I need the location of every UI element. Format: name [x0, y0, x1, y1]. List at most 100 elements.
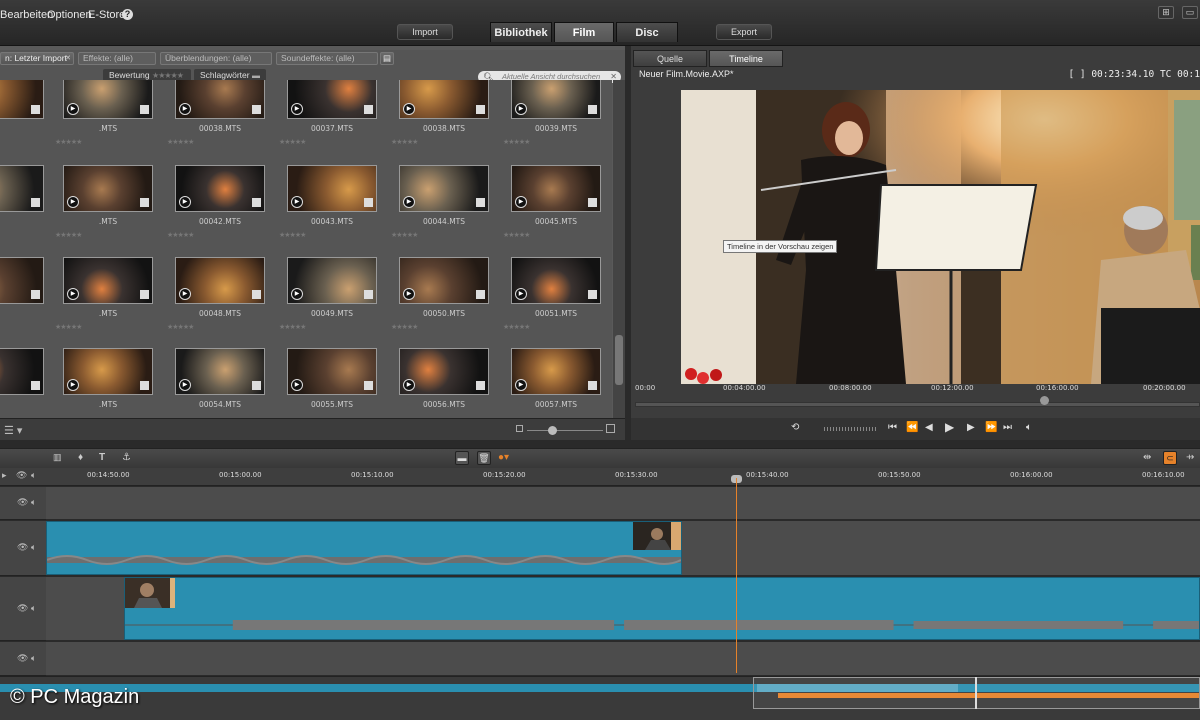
rating-stars[interactable]: ★★★★★ [503, 323, 530, 331]
play-icon[interactable]: ▶ [403, 103, 415, 115]
library-scrollbar[interactable] [613, 80, 625, 418]
zoom-slider-handle[interactable] [548, 426, 557, 435]
media-thumbnail[interactable]: ▶ [287, 165, 377, 212]
media-thumbnail[interactable]: ▶ [399, 80, 489, 119]
video-clip[interactable] [124, 577, 1200, 640]
play-icon[interactable]: ▶ [179, 288, 191, 300]
play-icon[interactable]: ▶ [515, 103, 527, 115]
thumbnail-zoom-slider[interactable] [527, 430, 603, 431]
tab-bibliothek[interactable]: Bibliothek [490, 22, 552, 42]
speaker-icon[interactable]: 🔈︎ [31, 470, 36, 481]
media-thumbnail[interactable]: ▶ [399, 257, 489, 304]
preview-scrubber[interactable]: 00:00 00:04:00.00 00:08:00.00 00:12:00.0… [631, 384, 1200, 417]
previous-frame-icon[interactable]: ⏪ [906, 422, 918, 433]
menu-edit[interactable]: Bearbeiten [0, 9, 53, 21]
playhead[interactable] [736, 478, 737, 673]
play-icon[interactable]: ▶ [67, 196, 79, 208]
play-icon[interactable]: ▶ [291, 288, 303, 300]
filter-last-import[interactable]: n: Letzter Import ✕ [0, 52, 74, 65]
tab-disc[interactable]: Disc [616, 22, 678, 42]
speaker-icon[interactable]: 🔈︎ [31, 603, 36, 614]
media-thumbnail[interactable]: ▶ [511, 348, 601, 395]
play-icon[interactable]: ▶ [515, 379, 527, 391]
loop-icon[interactable]: ⟲ [791, 422, 799, 433]
play-icon[interactable]: ▶ [291, 103, 303, 115]
media-thumbnail[interactable]: ▶ [0, 257, 44, 304]
rating-stars[interactable]: ★★★★★ [279, 138, 306, 146]
help-icon[interactable]: ? [122, 9, 133, 20]
filter-settings-icon[interactable]: ▤ [380, 52, 394, 65]
title-tool-icon[interactable]: T [99, 452, 105, 463]
play-icon[interactable]: ▶ [291, 379, 303, 391]
fit-timeline-icon[interactable]: ⇹ [1143, 452, 1151, 463]
media-thumbnail[interactable]: ▶ [399, 348, 489, 395]
play-icon[interactable]: ▶ [403, 379, 415, 391]
media-thumbnail[interactable]: ▶ [0, 80, 44, 119]
play-icon[interactable]: ▶ [179, 196, 191, 208]
magnet-icon[interactable]: ⊂ [1163, 451, 1177, 465]
tab-timeline-preview[interactable]: Timeline [709, 50, 783, 67]
audio-tool-icon[interactable]: ⚓︎ [122, 452, 131, 463]
play-icon[interactable]: ▶ [515, 196, 527, 208]
play-icon[interactable]: ▶ [179, 379, 191, 391]
eye-icon[interactable]: 👁︎ [17, 653, 28, 664]
marker-icon[interactable]: ♦ [78, 452, 83, 463]
marker-dropdown-icon[interactable]: ●▾ [498, 452, 509, 463]
rating-stars[interactable]: ★★★★★ [391, 231, 418, 239]
filter-sound-effects[interactable]: Soundeffekte: (alle) [276, 52, 378, 65]
speaker-icon[interactable]: 🔈︎ [31, 653, 36, 664]
play-icon[interactable]: ▶ [67, 379, 79, 391]
tab-film[interactable]: Film [554, 22, 614, 42]
eye-icon[interactable]: 👁︎ [17, 542, 28, 553]
scrollbar-thumb[interactable] [615, 335, 623, 385]
eye-icon[interactable]: 👁︎ [17, 603, 28, 614]
export-button[interactable]: Export [716, 24, 772, 40]
track-lane[interactable] [46, 487, 1200, 520]
rating-stars[interactable]: ★★★★★ [503, 231, 530, 239]
volume-icon[interactable]: 🔈︎ [1026, 422, 1032, 433]
media-thumbnail[interactable]: ▶ [287, 348, 377, 395]
play-icon[interactable]: ▶ [67, 103, 79, 115]
track-lane[interactable] [46, 642, 1200, 676]
menu-options[interactable]: Optionen [47, 9, 92, 21]
media-thumbnail[interactable]: ▶ [399, 165, 489, 212]
play-icon[interactable]: ▶ [403, 288, 415, 300]
storyboard-icon[interactable]: ▬ [455, 451, 469, 465]
media-thumbnail[interactable]: ▶ [511, 165, 601, 212]
media-thumbnail[interactable]: ▶ [0, 165, 44, 212]
media-thumbnail[interactable]: ▶ [175, 257, 265, 304]
rating-stars[interactable]: ★★★★★ [391, 323, 418, 331]
media-thumbnail[interactable]: ▶ [511, 80, 601, 119]
rating-stars[interactable]: ★★★★★ [55, 323, 82, 331]
go-to-end-icon[interactable]: ⏭ [1003, 422, 1012, 433]
window-icon[interactable]: ▭ [1182, 6, 1198, 19]
rating-stars[interactable]: ★★★★★ [279, 231, 306, 239]
play-icon[interactable]: ▶ [403, 196, 415, 208]
media-thumbnail[interactable]: ▶ [63, 257, 153, 304]
media-thumbnail[interactable]: ▶ [0, 348, 44, 395]
rating-stars[interactable]: ★★★★★ [167, 231, 194, 239]
rating-stars[interactable]: ★★★★★ [167, 323, 194, 331]
media-thumbnail[interactable]: ▶ [63, 348, 153, 395]
import-button[interactable]: Import [397, 24, 453, 40]
play-icon[interactable]: ▸ [2, 470, 7, 481]
rating-stars[interactable]: ★★★★★ [55, 138, 82, 146]
media-thumbnail[interactable]: ▶ [511, 257, 601, 304]
media-thumbnail[interactable]: ▶ [175, 348, 265, 395]
step-forward-icon[interactable]: ▶ [967, 422, 975, 433]
media-thumbnail[interactable]: ▶ [287, 80, 377, 119]
rating-stars[interactable]: ★★★★★ [279, 323, 306, 331]
rating-stars[interactable]: ★★★★★ [503, 138, 530, 146]
play-icon[interactable]: ▶ [67, 288, 79, 300]
tab-source[interactable]: Quelle [633, 50, 707, 67]
speaker-icon[interactable]: 🔈︎ [31, 542, 36, 553]
rating-stars[interactable]: ★★★★★ [167, 138, 194, 146]
eye-icon[interactable]: 👁︎ [17, 497, 28, 508]
media-thumbnail[interactable]: ▶ [287, 257, 377, 304]
rating-stars[interactable]: ★★★★★ [55, 231, 82, 239]
media-thumbnail[interactable]: ▶ [63, 80, 153, 119]
play-icon[interactable]: ▶ [515, 288, 527, 300]
play-button-icon[interactable]: ▶ [945, 420, 954, 434]
list-view-icon[interactable]: ☰ ▾ [4, 424, 22, 437]
play-icon[interactable]: ▶ [179, 103, 191, 115]
